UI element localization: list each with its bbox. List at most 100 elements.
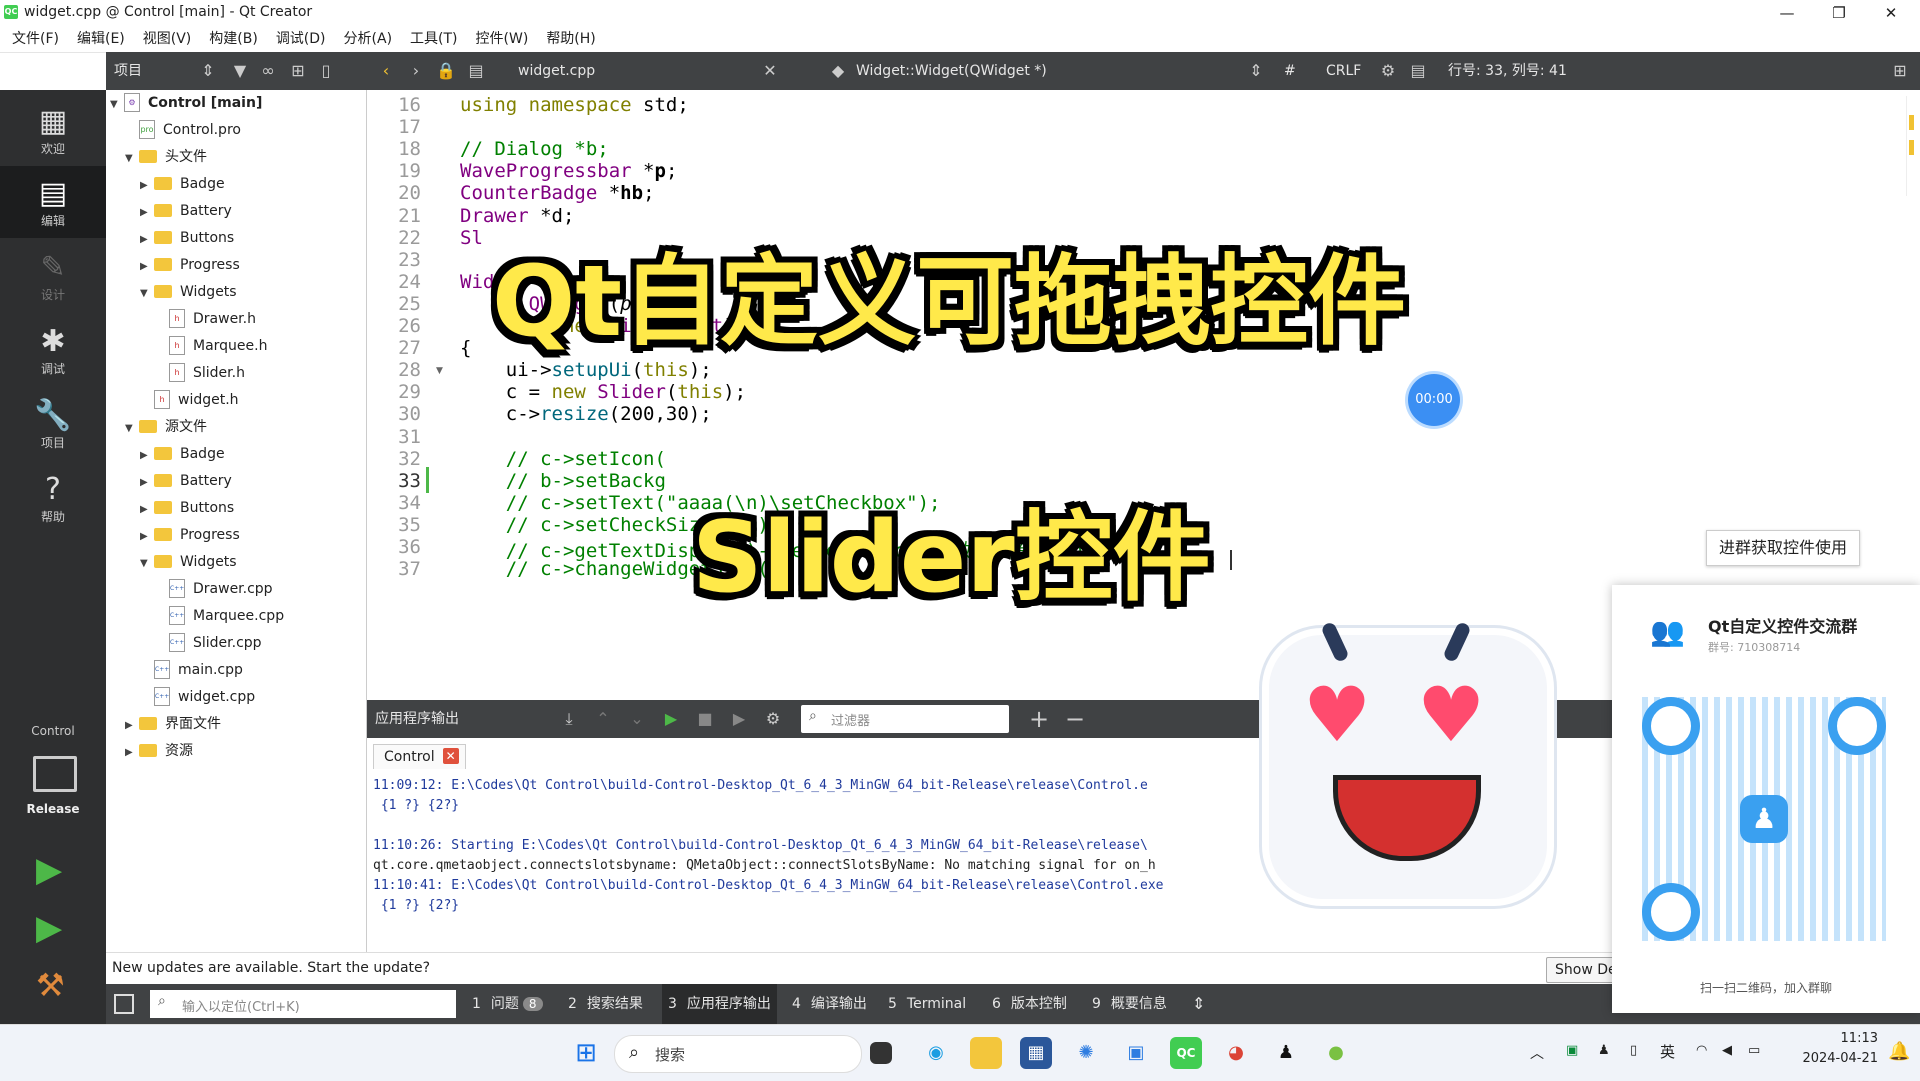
tree-item[interactable]: ▶ Progress xyxy=(140,252,240,279)
mode-help[interactable]: ? 帮助 xyxy=(0,462,106,534)
code-line[interactable]: WaveProgressbar *p; xyxy=(460,160,677,182)
menu-analyze[interactable]: 分析(A) xyxy=(335,26,402,52)
tree-item[interactable]: ▼ 头文件 xyxy=(125,144,207,171)
tree-item[interactable]: ▼ Widgets xyxy=(140,279,237,306)
menu-help[interactable]: 帮助(H) xyxy=(537,26,604,52)
tree-item[interactable]: ▼ ⚙ Control [main] xyxy=(110,90,262,117)
code-line[interactable]: Wid xyxy=(460,271,494,293)
tree-item[interactable]: ▶ 界面文件 xyxy=(125,711,221,738)
tree-item[interactable]: ▶ 资源 xyxy=(125,738,193,765)
tree-item[interactable]: h Marquee.h xyxy=(155,333,267,360)
chevron-right-icon[interactable]: ▶ xyxy=(140,226,154,253)
chevron-right-icon[interactable]: ▶ xyxy=(125,739,139,766)
mode-edit[interactable]: ▤ 编辑 xyxy=(0,166,106,238)
mode-welcome[interactable]: ▦ 欢迎 xyxy=(0,94,106,166)
chevron-updown-icon[interactable]: ⇕ xyxy=(1192,984,1205,1024)
ime-indicator[interactable]: 英 xyxy=(1660,1041,1675,1062)
menu-controls[interactable]: 控件(W) xyxy=(467,26,538,52)
chevron-down-icon[interactable]: ▼ xyxy=(140,550,154,577)
chevron-down-icon[interactable]: ▼ xyxy=(125,415,139,442)
line-ending-select[interactable]: CRLF xyxy=(1326,52,1361,90)
code-line[interactable]: c->resize(200,30); xyxy=(460,403,712,425)
tree-item[interactable]: ▶ Battery xyxy=(140,468,232,495)
code-line[interactable]: Sl xyxy=(460,227,483,249)
sort-icon[interactable]: ⇕ xyxy=(198,61,218,81)
back-icon[interactable]: ‹ xyxy=(376,61,396,81)
build-config[interactable]: Release xyxy=(0,802,106,816)
tree-item[interactable]: ▶ Badge xyxy=(140,441,225,468)
edge-icon[interactable]: ◉ xyxy=(920,1037,952,1069)
code-line[interactable]: // c->setIcon( xyxy=(460,448,666,470)
open-file-select[interactable]: widget.cpp xyxy=(518,52,595,90)
tree-item[interactable]: ▶ Progress xyxy=(140,522,240,549)
battery-icon[interactable]: ▯ xyxy=(1630,1043,1637,1058)
code-line[interactable]: // Dialog *b; xyxy=(460,138,609,160)
menu-file[interactable]: 文件(F) xyxy=(0,26,68,52)
app-icon[interactable]: ● xyxy=(1320,1037,1352,1069)
output-pane-tab[interactable]: 3 应用程序输出 xyxy=(662,984,777,1024)
attach-debugger-icon[interactable]: ▶ xyxy=(729,709,749,729)
project-view-select[interactable]: 项目 xyxy=(114,52,142,90)
toggle-sidebar-icon[interactable] xyxy=(114,994,134,1014)
clock-date[interactable]: 2024-04-21 xyxy=(1790,1051,1878,1066)
chevron-right-icon[interactable]: ▶ xyxy=(140,199,154,226)
tree-item[interactable]: C++ Drawer.cpp xyxy=(155,576,273,603)
close-sidebar-icon[interactable]: ▯ xyxy=(316,61,336,81)
explorer-icon[interactable] xyxy=(970,1037,1002,1069)
tree-item[interactable]: ▶ Buttons xyxy=(140,495,234,522)
gear-app-icon[interactable]: ✺ xyxy=(1070,1037,1102,1069)
menu-debug[interactable]: 调试(D) xyxy=(267,26,335,52)
power-icon[interactable]: ▭ xyxy=(1748,1043,1760,1058)
minimize-button[interactable]: — xyxy=(1764,0,1810,26)
tree-item[interactable]: ▶ Badge xyxy=(140,171,225,198)
tray-chevron-icon[interactable]: ︿ xyxy=(1530,1043,1544,1063)
build-icon[interactable]: ⚒ xyxy=(36,966,65,1004)
taskbar-search[interactable]: ⌕ 搜索 xyxy=(614,1035,862,1073)
maximize-button[interactable]: ❐ xyxy=(1816,0,1862,26)
filter-icon[interactable]: ▼ xyxy=(230,61,250,81)
remove-icon[interactable]: − xyxy=(1065,707,1085,731)
settings-icon[interactable]: ⚙ xyxy=(1378,61,1398,81)
chevron-updown-icon[interactable]: ⇕ xyxy=(1246,61,1266,81)
chrome-icon[interactable]: ◕ xyxy=(1220,1037,1252,1069)
tree-item[interactable]: h Drawer.h xyxy=(155,306,256,333)
code-line[interactable]: c = new Slider(this); xyxy=(460,381,746,403)
mode-design[interactable]: ✎ 设计 xyxy=(0,240,106,312)
monitor-icon[interactable] xyxy=(33,756,77,792)
attach-icon[interactable]: ⤓ xyxy=(559,709,579,729)
chevron-right-icon[interactable]: ▶ xyxy=(140,496,154,523)
close-file-icon[interactable]: ✕ xyxy=(760,61,780,81)
symbol-select[interactable]: Widget::Widget(QWidget *) xyxy=(856,52,1047,90)
split-icon[interactable]: ⊞ xyxy=(288,61,308,81)
store-icon[interactable]: ▦ xyxy=(1020,1037,1052,1069)
tree-item[interactable]: ▼ Widgets xyxy=(140,549,237,576)
menu-build[interactable]: 构建(B) xyxy=(200,26,267,52)
menu-edit[interactable]: 编辑(E) xyxy=(68,26,134,52)
menu-view[interactable]: 视图(V) xyxy=(134,26,201,52)
tree-item[interactable]: C++ main.cpp xyxy=(140,657,243,684)
tree-item[interactable]: h widget.h xyxy=(140,387,239,414)
join-group-button[interactable]: 进群获取控件使用 xyxy=(1706,530,1861,566)
down-icon[interactable]: ⌄ xyxy=(627,709,647,729)
tree-item[interactable]: C++ widget.cpp xyxy=(140,684,255,711)
wifi-icon[interactable]: ◠ xyxy=(1696,1043,1707,1058)
output-pane-tab[interactable]: 6 版本控制 xyxy=(992,984,1067,1024)
mode-projects[interactable]: 🔧 项目 xyxy=(0,388,106,460)
output-tab-control[interactable]: Control ✕ xyxy=(373,744,466,769)
split-editor-icon[interactable]: ⊞ xyxy=(1890,61,1910,81)
tray-app-icon[interactable]: ▣ xyxy=(1566,1043,1578,1058)
tree-item[interactable]: C++ Slider.cpp xyxy=(155,630,262,657)
add-icon[interactable]: + xyxy=(1029,707,1049,731)
tree-item[interactable]: C++ Marquee.cpp xyxy=(155,603,284,630)
chevron-down-icon[interactable]: ▼ xyxy=(140,280,154,307)
network-app-icon[interactable]: ▣ xyxy=(1120,1037,1152,1069)
start-icon[interactable]: ⊞ xyxy=(570,1037,602,1069)
task-view-icon[interactable] xyxy=(870,1042,892,1064)
run-icon[interactable]: ▶ xyxy=(661,709,681,729)
output-pane-tab[interactable]: 4 编译输出 xyxy=(792,984,867,1024)
link-icon[interactable]: ∞ xyxy=(258,61,278,81)
forward-icon[interactable]: › xyxy=(406,61,426,81)
qq-icon[interactable]: ♟ xyxy=(1270,1037,1302,1069)
close-button[interactable]: ✕ xyxy=(1868,0,1914,26)
settings-icon[interactable]: ⚙ xyxy=(763,709,783,729)
